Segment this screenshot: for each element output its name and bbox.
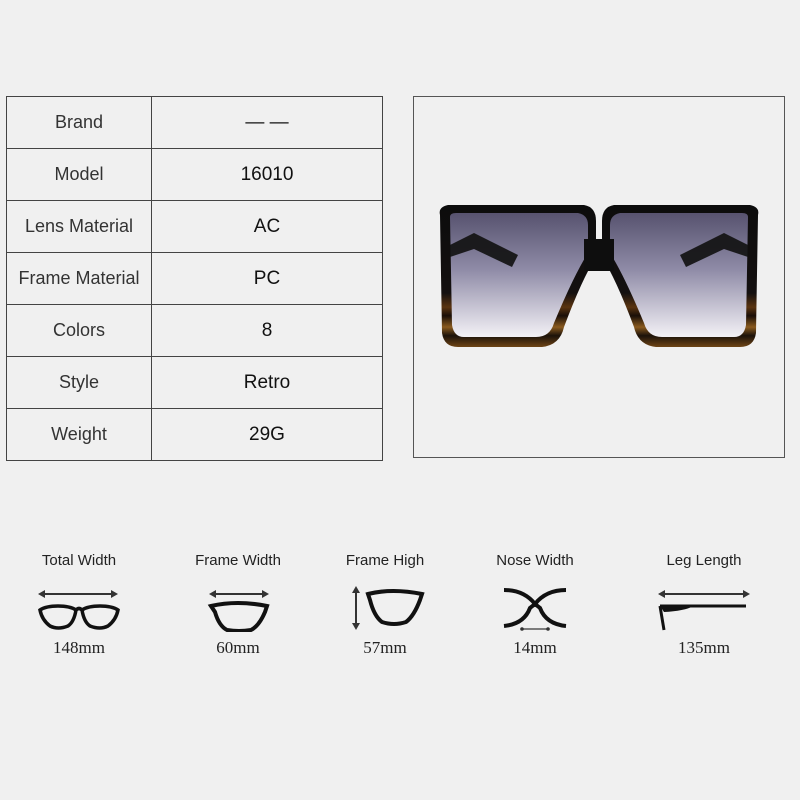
- spec-row-lens-material: Lens Material AC: [6, 200, 383, 253]
- spec-value: — —: [151, 96, 383, 149]
- dimension-frame-width: Frame Width 60mm: [168, 540, 308, 658]
- spec-value: 8: [151, 304, 383, 357]
- spec-label: Weight: [6, 408, 152, 461]
- bridge: [584, 239, 614, 271]
- spec-row-frame-material: Frame Material PC: [6, 252, 383, 305]
- left-lens: [450, 213, 588, 337]
- spec-label: Brand: [6, 96, 152, 149]
- dimension-value: 14mm: [513, 638, 557, 657]
- spec-label: Frame Material: [6, 252, 152, 305]
- dimension-total-width: Total Width 148mm: [9, 540, 149, 658]
- spec-value: 29G: [151, 408, 383, 461]
- spec-row-model: Model 16010: [6, 148, 383, 201]
- spec-table: Brand — — Model 16010 Lens Material AC F…: [6, 96, 383, 461]
- frame-width-icon: [207, 590, 270, 632]
- nose-width-icon: [503, 588, 567, 631]
- spec-label: Style: [6, 356, 152, 409]
- dimension-value: 60mm: [216, 638, 260, 657]
- sunglasses-image: [439, 205, 759, 347]
- dimension-nose-width: Nose Width 14mm: [465, 540, 605, 658]
- dimension-label: Total Width: [41, 552, 117, 569]
- dimension-value: 148mm: [53, 638, 105, 657]
- dimension-guide: Total Width 148mm Frame Width 60mm Frame…: [0, 540, 800, 680]
- spec-row-style: Style Retro: [6, 356, 383, 409]
- spec-row-colors: Colors 8: [6, 304, 383, 357]
- leg-length-icon: [658, 590, 750, 631]
- spec-row-brand: Brand — —: [6, 96, 383, 149]
- spec-value: PC: [151, 252, 383, 305]
- dimension-label: Frame Width: [195, 552, 281, 569]
- dimension-label: Nose Width: [496, 552, 574, 569]
- spec-row-weight: Weight 29G: [6, 408, 383, 461]
- spec-label: Colors: [6, 304, 152, 357]
- frame-height-icon: [352, 586, 425, 630]
- total-width-icon: [38, 590, 120, 630]
- product-image: [413, 96, 785, 458]
- dimension-value: 135mm: [678, 638, 730, 657]
- dimension-label: Leg Length: [666, 552, 742, 569]
- right-lens: [610, 213, 748, 337]
- spec-value: AC: [151, 200, 383, 253]
- dimension-frame-high: Frame High 57mm: [315, 540, 455, 658]
- spec-label: Lens Material: [6, 200, 152, 253]
- dimension-leg-length: Leg Length 135mm: [634, 540, 774, 658]
- spec-label: Model: [6, 148, 152, 201]
- dimension-label: Frame High: [345, 552, 425, 569]
- dimension-value: 57mm: [363, 638, 407, 657]
- spec-value: Retro: [151, 356, 383, 409]
- spec-value: 16010: [151, 148, 383, 201]
